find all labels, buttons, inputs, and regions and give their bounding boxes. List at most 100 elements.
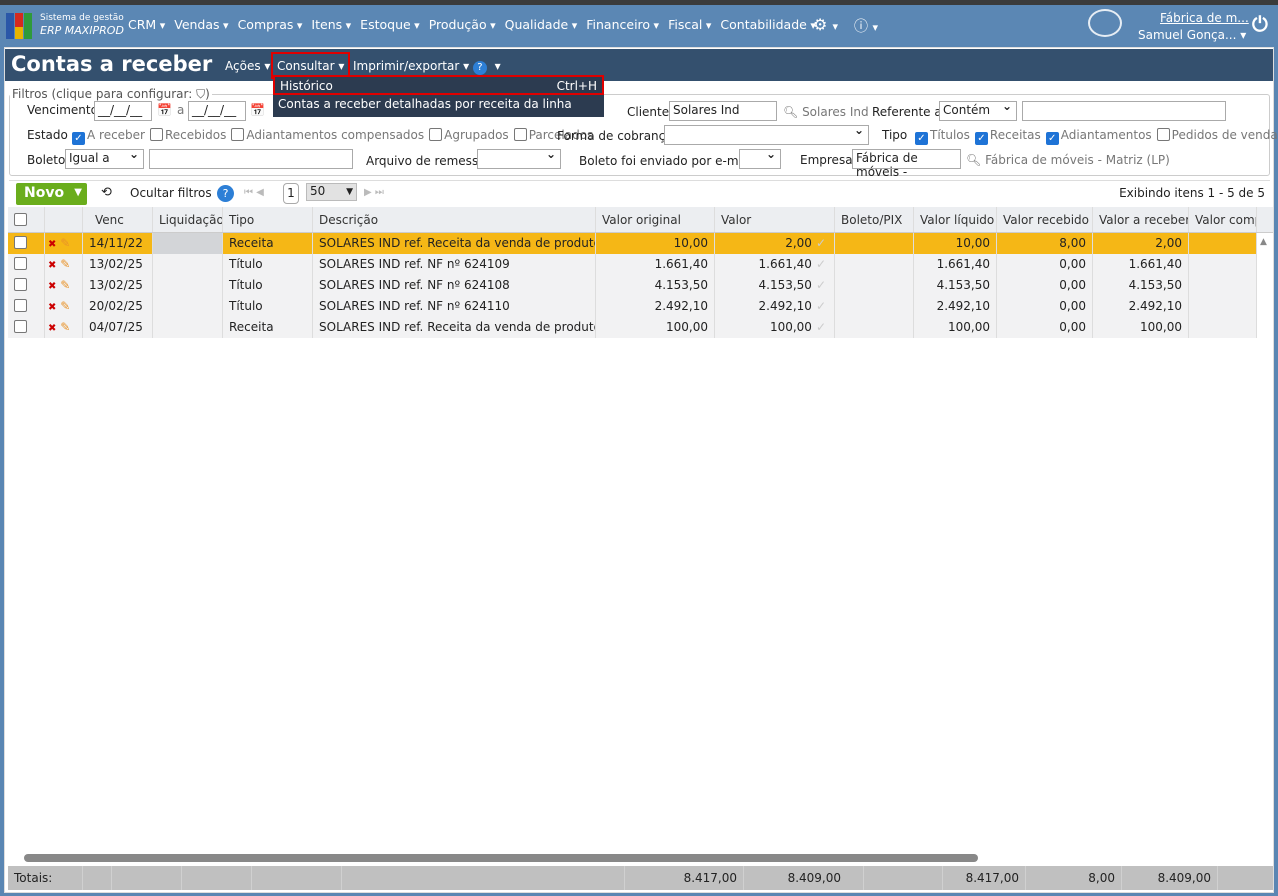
checkbox-box[interactable]: ✓ xyxy=(915,132,928,145)
column-header[interactable]: Valor recebido xyxy=(997,207,1093,232)
column-header[interactable]: Valor compe xyxy=(1189,207,1257,232)
checkbox-estado_opts-1[interactable]: Recebidos xyxy=(150,128,226,142)
table-row[interactable]: ✖ ✎ 14/11/22 Receita SOLARES IND ref. Recei… xyxy=(8,230,1273,254)
acoes-menu[interactable]: Ações ▾ xyxy=(225,59,270,73)
row-checkbox[interactable] xyxy=(14,320,27,333)
select-all-checkbox[interactable] xyxy=(8,207,45,232)
empresa-input[interactable]: Fábrica de móveis - xyxy=(852,149,961,179)
refresh-icon[interactable]: ⟲ xyxy=(101,185,112,200)
row-checkbox[interactable] xyxy=(14,236,27,249)
checkbox-box[interactable]: ✓ xyxy=(72,132,85,145)
vertical-scrollbar[interactable]: ▲ xyxy=(1257,233,1273,851)
help-icon[interactable]: ⓘ ▾ xyxy=(854,16,878,36)
cliente-lookup[interactable]: 🔍︎ Solares Ind xyxy=(783,105,869,119)
edit-icon[interactable]: ✎ xyxy=(60,299,70,313)
column-header[interactable]: Venc xyxy=(83,207,153,232)
nav-item-6[interactable]: Qualidade xyxy=(505,17,578,32)
delete-icon[interactable]: ✖ xyxy=(48,281,56,292)
help-icon[interactable]: ? xyxy=(472,61,487,75)
nav-item-9[interactable]: Contabilidade xyxy=(720,17,815,32)
column-header[interactable]: Tipo xyxy=(223,207,313,232)
nav-item-5[interactable]: Produção xyxy=(429,17,496,32)
edit-icon[interactable]: ✎ xyxy=(60,320,70,334)
filter-icon[interactable]: ⛉ xyxy=(196,87,205,101)
menu-item-historico[interactable]: Histórico Ctrl+H xyxy=(273,75,604,95)
referente-input[interactable] xyxy=(1022,101,1226,121)
delete-icon[interactable]: ✖ xyxy=(48,239,56,250)
column-header[interactable] xyxy=(45,207,83,232)
novo-button[interactable]: Novo ▼ xyxy=(16,183,87,205)
checkbox-box[interactable]: ✓ xyxy=(974,132,988,145)
arquivo-select[interactable] xyxy=(477,147,561,169)
checkbox-tipo_opts-1[interactable]: ✓ Receitas xyxy=(974,128,1041,145)
first-prev-icon[interactable]: ⏮ ◀ xyxy=(244,187,264,198)
calendar-icon[interactable]: 📅 xyxy=(157,103,172,117)
row-checkbox[interactable] xyxy=(14,299,27,312)
delete-icon[interactable]: ✖ xyxy=(48,302,56,313)
nav-item-7[interactable]: Financeiro xyxy=(586,17,659,32)
table-row[interactable]: ✖ ✎ 13/02/25 Título SOLARES IND ref. NF nº … xyxy=(8,254,1273,275)
column-header[interactable]: Boleto/PIX xyxy=(835,207,914,232)
checkbox[interactable] xyxy=(14,213,27,226)
checkbox-box[interactable] xyxy=(231,128,245,141)
edit-icon[interactable]: ✎ xyxy=(60,278,70,292)
row-checkbox[interactable] xyxy=(14,257,27,270)
filters-legend[interactable]: Filtros (clique para configurar: ⛉) xyxy=(10,87,212,102)
referente-select[interactable]: Contém xyxy=(939,99,1017,121)
column-header[interactable]: Descrição xyxy=(313,207,596,232)
logo-icon[interactable] xyxy=(6,13,34,39)
empresa-lookup[interactable]: 🔍︎ Fábrica de móveis - Matriz (LP) xyxy=(966,153,1170,167)
column-header[interactable]: Valor xyxy=(715,207,835,232)
edit-icon[interactable]: ✎ xyxy=(60,236,70,250)
nav-item-8[interactable]: Fiscal xyxy=(668,17,711,32)
next-last-icon[interactable]: ▶ ⏭ xyxy=(364,187,384,198)
table-row[interactable]: ✖ ✎ 20/02/25 Título SOLARES IND ref. NF nº … xyxy=(8,296,1273,317)
forma-select[interactable] xyxy=(664,123,869,145)
menu-item-detalhadas[interactable]: Contas a receber detalhadas por receita … xyxy=(273,95,604,130)
table-row[interactable]: ✖ ✎ 04/07/25 Receita SOLARES IND ref. Recei… xyxy=(8,317,1273,338)
delete-icon[interactable]: ✖ xyxy=(48,260,56,271)
column-header[interactable]: Liquidação xyxy=(153,207,223,232)
edit-icon[interactable]: ✎ xyxy=(60,257,70,271)
checkbox-estado_opts-0[interactable]: ✓ A receber xyxy=(72,128,145,145)
nav-item-4[interactable]: Estoque xyxy=(360,17,420,32)
imprimir-menu[interactable]: Imprimir/exportar ▾ ? ▾ xyxy=(353,59,501,75)
ocultar-filtros-button[interactable]: Ocultar filtros xyxy=(130,186,212,200)
page-input[interactable]: 1 xyxy=(283,183,299,204)
venc-to-input[interactable]: __/__/__ xyxy=(188,101,246,121)
chevron-down-icon[interactable]: ▼ xyxy=(74,187,82,198)
checkbox-box[interactable] xyxy=(150,128,163,141)
scroll-thumb[interactable] xyxy=(24,854,978,862)
boleto-input[interactable] xyxy=(149,149,353,169)
column-header[interactable]: Valor líquido xyxy=(914,207,997,232)
checkbox-tipo_opts-2[interactable]: ✓ Adiantamentos xyxy=(1045,128,1152,145)
nav-item-1[interactable]: Vendas xyxy=(174,17,228,32)
nav-item-3[interactable]: Itens xyxy=(311,17,351,32)
user-menu[interactable]: Samuel Gonça... ▾ xyxy=(1138,28,1246,42)
checkbox-box[interactable] xyxy=(429,128,443,141)
chat-icon[interactable] xyxy=(1088,9,1122,37)
checkbox-tipo_opts-0[interactable]: ✓ Títulos xyxy=(915,128,970,145)
checkbox-box[interactable] xyxy=(1156,128,1170,141)
horizontal-scrollbar[interactable] xyxy=(8,852,1258,864)
nav-item-2[interactable]: Compras xyxy=(238,17,303,32)
calendar-icon[interactable]: 📅 xyxy=(250,103,265,117)
company-link[interactable]: Fábrica de m... xyxy=(1160,11,1249,25)
boleto-select[interactable]: Igual a xyxy=(65,147,144,169)
page-size-select[interactable]: 50 ▼ xyxy=(306,183,357,201)
nav-item-0[interactable]: CRM xyxy=(128,17,165,32)
delete-icon[interactable]: ✖ xyxy=(48,323,56,334)
column-header[interactable]: Valor a receber xyxy=(1093,207,1189,232)
venc-from-input[interactable]: __/__/__ xyxy=(94,101,152,121)
power-icon[interactable]: ⏻ xyxy=(1252,12,1268,36)
row-checkbox[interactable] xyxy=(14,278,27,291)
checkbox-estado_opts-3[interactable]: Agrupados xyxy=(429,128,509,142)
checkbox-box[interactable]: ✓ xyxy=(1045,132,1059,145)
checkbox-box[interactable] xyxy=(513,128,527,141)
help-icon[interactable]: ? xyxy=(217,185,234,202)
gear-icon[interactable]: ⚙ ▾ xyxy=(813,15,838,34)
enviado-select[interactable] xyxy=(739,147,781,169)
column-header[interactable]: Valor original xyxy=(596,207,715,232)
checkbox-tipo_opts-3[interactable]: Pedidos de venda xyxy=(1156,128,1278,142)
cliente-input[interactable]: Solares Ind xyxy=(669,101,777,121)
